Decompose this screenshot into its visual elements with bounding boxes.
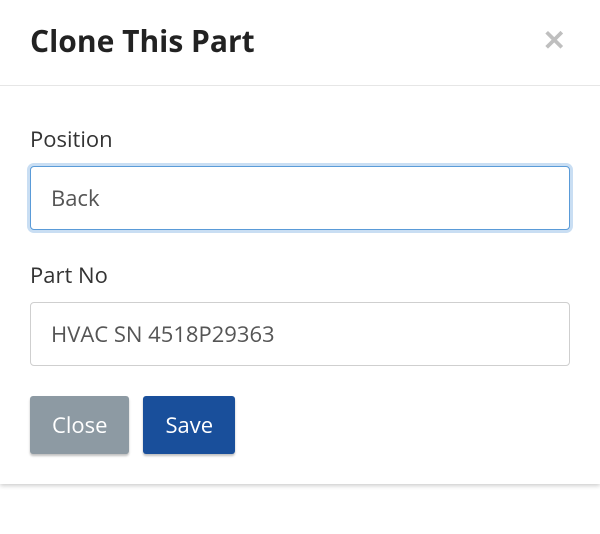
close-icon[interactable]: ✕ [539,27,570,55]
clone-part-modal: Clone This Part ✕ Position Part No Close… [0,0,600,484]
modal-title: Clone This Part [30,20,255,61]
position-label: Position [30,124,570,154]
modal-header: Clone This Part ✕ [0,0,600,86]
partno-field-group: Part No [30,260,570,366]
close-button[interactable]: Close [30,396,129,454]
partno-label: Part No [30,260,570,290]
position-field-group: Position [30,124,570,230]
button-row: Close Save [30,396,570,454]
position-input[interactable] [30,166,570,230]
partno-input[interactable] [30,302,570,366]
save-button[interactable]: Save [143,396,235,454]
modal-body: Position Part No Close Save [0,86,600,484]
